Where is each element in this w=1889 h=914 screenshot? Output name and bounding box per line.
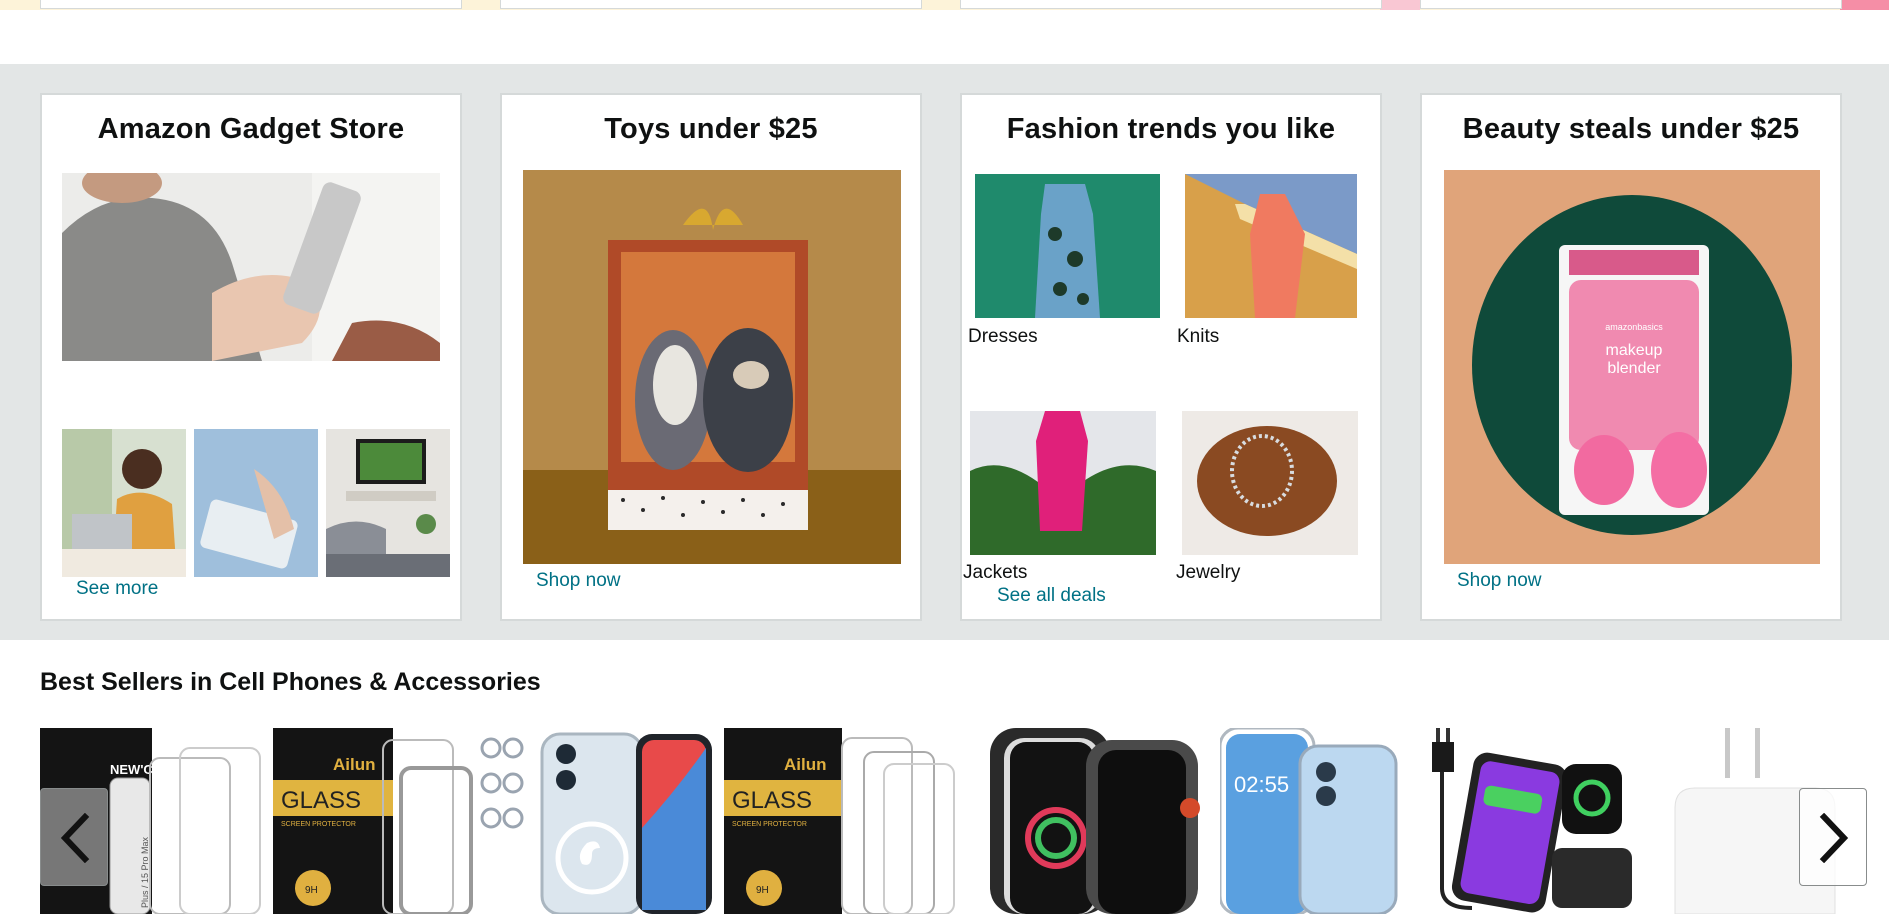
makeup-line2-text: blender xyxy=(1607,360,1661,377)
shop-now-link[interactable]: Shop now xyxy=(536,570,621,592)
carousel-next-button[interactable] xyxy=(1799,788,1867,886)
newc-side-text: Plus / 15 Pro Max xyxy=(140,836,150,908)
card-beauty: Beauty steals under $25 amazonbasics mak… xyxy=(1420,93,1842,621)
toys-gift-box-image[interactable] xyxy=(523,170,901,564)
jewelry-image[interactable] xyxy=(1182,411,1358,555)
see-all-deals-link[interactable]: See all deals xyxy=(997,585,1106,607)
previous-card-bottom xyxy=(1420,0,1842,9)
previous-card-bottom xyxy=(960,0,1382,9)
ailun-9h-text: 9H xyxy=(305,885,318,896)
ailun-sub-text: SCREEN PROTECTOR xyxy=(732,821,807,828)
previous-card-bottom xyxy=(40,0,462,9)
product-watch-case[interactable] xyxy=(986,728,1204,914)
card-fashion: Fashion trends you like Dresses Knits Ja… xyxy=(960,93,1382,621)
ailun-sub-text: SCREEN PROTECTOR xyxy=(281,821,356,828)
tile-label: Knits xyxy=(1177,326,1220,347)
ailun-glass-text: GLASS xyxy=(732,787,812,814)
makeup-blender-image[interactable]: amazonbasics makeup blender xyxy=(1444,170,1820,564)
hero-phone-image[interactable] xyxy=(62,173,440,361)
ailun-glass-text: GLASS xyxy=(281,787,361,814)
product-clear-magsafe-case[interactable] xyxy=(538,728,716,914)
card-title: Amazon Gadget Store xyxy=(97,113,405,145)
tablet-hand-image[interactable] xyxy=(194,429,318,577)
shop-now-link[interactable]: Shop now xyxy=(1457,570,1542,592)
card-title: Toys under $25 xyxy=(604,113,818,145)
knits-image[interactable] xyxy=(1185,174,1357,318)
newc-brand-text: NEW'C xyxy=(110,762,153,777)
laptop-woman-image[interactable] xyxy=(62,429,186,577)
product-wireless-charging-stand[interactable] xyxy=(1412,728,1642,914)
phone-time-text: 02:55 xyxy=(1234,772,1289,797)
dresses-image[interactable] xyxy=(975,174,1160,318)
strip-accent-pink xyxy=(1380,0,1420,10)
tile-label: Jackets xyxy=(963,562,1028,583)
product-ailun-glass[interactable]: Ailun GLASS SCREEN PROTECTOR 9H xyxy=(273,728,531,914)
makeup-line1-text: makeup xyxy=(1606,342,1663,359)
best-sellers-section: Best Sellers in Cell Phones & Accessorie… xyxy=(0,640,1889,914)
jackets-image[interactable] xyxy=(970,411,1156,555)
makeup-brand-text: amazonbasics xyxy=(1605,322,1663,332)
card-title: Beauty steals under $25 xyxy=(1462,113,1800,145)
previous-card-bottom xyxy=(500,0,922,9)
chevron-left-icon xyxy=(60,813,90,863)
strip-accent-pink-right xyxy=(1840,0,1889,10)
card-title: Fashion trends you like xyxy=(1006,113,1336,145)
ailun-brand-text: Ailun xyxy=(333,755,376,774)
previous-cards-strip xyxy=(0,0,1889,64)
product-ailun-glass-2[interactable]: Ailun GLASS SCREEN PROTECTOR 9H xyxy=(724,728,958,914)
product-carousel[interactable]: NEW'C Plus / 15 Pro Max Ailun GLASS SCRE… xyxy=(40,728,1869,914)
tile-label: Dresses xyxy=(968,326,1038,347)
tile-label: Jewelry xyxy=(1176,562,1241,583)
ailun-brand-text: Ailun xyxy=(784,755,827,774)
product-clear-case-blue-phone[interactable]: 02:55 xyxy=(1220,728,1400,914)
chevron-right-icon xyxy=(1819,813,1849,863)
tv-room-image[interactable] xyxy=(326,429,450,577)
card-gadget-store: Amazon Gadget Store See more xyxy=(40,93,462,621)
section-title: Best Sellers in Cell Phones & Accessorie… xyxy=(40,668,541,696)
card-toys: Toys under $25 Shop now xyxy=(500,93,922,621)
see-more-link[interactable]: See more xyxy=(76,578,158,600)
ailun-9h-text: 9H xyxy=(756,885,769,896)
carousel-prev-button[interactable] xyxy=(40,788,108,886)
